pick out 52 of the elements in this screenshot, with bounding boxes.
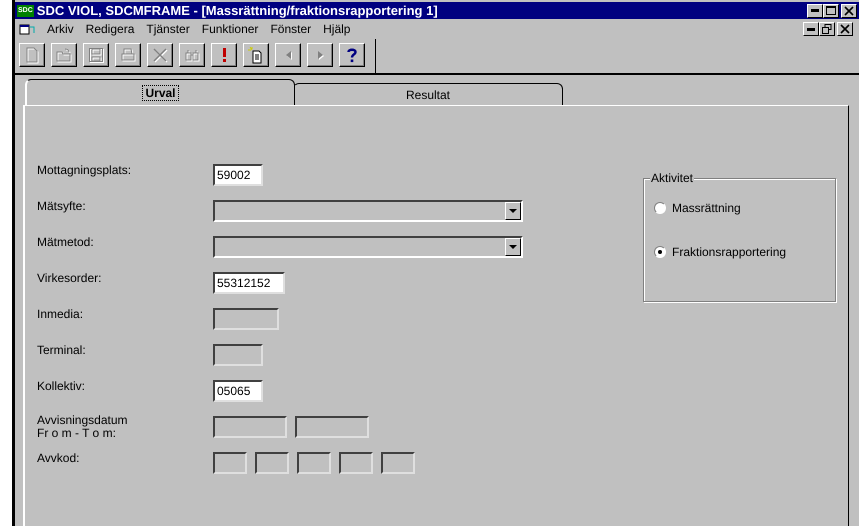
window-title: SDC VIOL, SDCMFRAME - [Massrättning/fraktionsrapportering 1] bbox=[36, 3, 439, 18]
toolbar-button[interactable] bbox=[115, 43, 141, 67]
dropdown-field[interactable] bbox=[213, 236, 523, 258]
field-label: Terminal: bbox=[37, 342, 87, 359]
radio-option[interactable]: Massrättning bbox=[654, 201, 835, 215]
menu-item[interactable]: Tjänster bbox=[146, 22, 190, 36]
field-label: Mätmetod: bbox=[37, 234, 95, 251]
field-label: Avvkod: bbox=[37, 450, 80, 467]
close-icon bbox=[844, 6, 854, 16]
minimize-button[interactable] bbox=[803, 22, 819, 36]
radio-option[interactable]: Fraktionsrapportering bbox=[654, 245, 835, 259]
input-field[interactable]: 05065 bbox=[213, 380, 263, 402]
close-icon bbox=[840, 24, 850, 34]
dropdown-field[interactable] bbox=[213, 200, 523, 222]
tab[interactable]: Urval bbox=[25, 79, 295, 105]
menu-item[interactable]: Arkiv bbox=[47, 22, 74, 36]
menu-item[interactable]: Funktioner bbox=[202, 22, 258, 36]
tab[interactable]: Resultat bbox=[293, 83, 563, 105]
restore-button[interactable] bbox=[819, 22, 835, 36]
field-label: Inmedia: bbox=[37, 306, 84, 323]
toolbar-button[interactable] bbox=[339, 43, 365, 67]
close-button[interactable] bbox=[837, 22, 853, 36]
toolbar-button[interactable] bbox=[19, 43, 45, 67]
field-label: Virkesorder: bbox=[37, 270, 102, 287]
close-button[interactable] bbox=[841, 4, 857, 18]
toolbar-button[interactable] bbox=[307, 43, 333, 67]
field-label: Avvisningsdatum Fr o m - T o m: bbox=[37, 412, 128, 442]
toolbar-button[interactable] bbox=[243, 43, 269, 67]
minimize-button[interactable] bbox=[807, 4, 823, 18]
document-icon[interactable] bbox=[19, 22, 35, 36]
toolbar-button[interactable] bbox=[51, 43, 77, 67]
menu-item[interactable]: Fönster bbox=[270, 22, 312, 36]
toolbar-button[interactable] bbox=[179, 43, 205, 67]
radio-button[interactable] bbox=[654, 246, 666, 258]
maximize-icon bbox=[826, 6, 836, 16]
toolbar-button[interactable] bbox=[147, 43, 173, 67]
group-title: Aktivitet bbox=[650, 171, 694, 185]
menu-item[interactable]: Redigera bbox=[86, 22, 134, 36]
field-label: Kollektiv: bbox=[37, 378, 86, 395]
maximize-button[interactable] bbox=[823, 4, 839, 18]
toolbar-button[interactable] bbox=[211, 43, 237, 67]
toolbar-button[interactable] bbox=[83, 43, 109, 67]
input-field[interactable]: 59002 bbox=[213, 164, 263, 186]
radio-button[interactable] bbox=[654, 202, 666, 214]
field-label: Mätsyfte: bbox=[37, 198, 87, 215]
toolbar-button[interactable] bbox=[275, 43, 301, 67]
minimize-icon bbox=[811, 9, 819, 12]
input-field[interactable]: 55312152 bbox=[213, 272, 285, 294]
menu-item[interactable]: Hjälp bbox=[323, 22, 350, 36]
field-label: Mottagningsplats: bbox=[37, 162, 132, 179]
minimize-icon bbox=[807, 28, 815, 30]
restore-icon bbox=[822, 24, 832, 34]
